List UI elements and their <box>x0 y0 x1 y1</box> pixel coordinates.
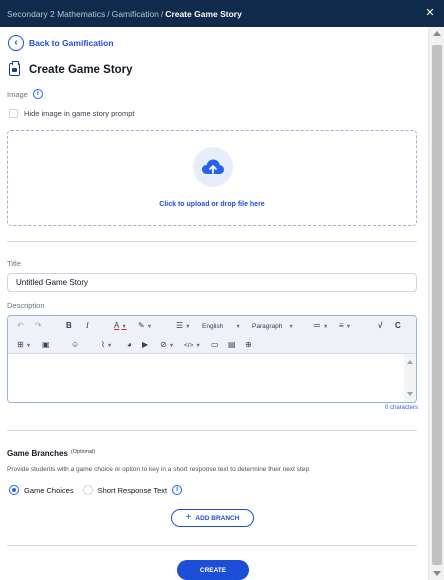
redo-icon[interactable]: ↷ <box>35 321 42 331</box>
chemistry-icon[interactable]: C <box>395 321 401 331</box>
header-bar: Secondary 2 Mathematics / Gamification /… <box>0 0 444 27</box>
game-branches-title: Game Branches (Optional) <box>7 449 95 458</box>
add-branch-button[interactable]: + ADD BRANCH <box>171 509 254 527</box>
scroll-thumb[interactable] <box>432 45 442 565</box>
game-choices-radio[interactable] <box>9 485 19 495</box>
breadcrumb-item-course[interactable]: Secondary 2 Mathematics <box>7 9 105 19</box>
character-count: 0 characters <box>384 405 418 411</box>
editor-toolbar: ↶ ↷ B I A ▼ ✎ ▼ ☰ ▼ English ▼ Paragraph ▼ ≔ ▼ … <box>8 316 416 354</box>
back-link[interactable]: ‹ Back to Gamification <box>8 35 114 51</box>
bold-icon[interactable]: B <box>66 321 72 331</box>
create-button[interactable]: CREATE <box>177 560 249 580</box>
hide-image-label[interactable]: Hide image in game story prompt <box>24 109 134 118</box>
highlight-icon[interactable]: ✎ ▼ <box>138 321 152 332</box>
description-textarea[interactable] <box>8 354 404 402</box>
short-response-radio[interactable] <box>82 485 93 495</box>
language-value: English <box>202 323 224 330</box>
game-branches-heading: Game Branches <box>7 449 68 458</box>
bullet-list-icon[interactable]: ≔ ▼ <box>313 321 328 332</box>
media-icon[interactable]: ▶ <box>142 340 148 350</box>
page-scrollbar[interactable] <box>428 27 444 580</box>
add-branch-label: ADD BRANCH <box>195 514 240 522</box>
image-upload-dropzone[interactable]: Click to upload or drop file here <box>7 130 417 226</box>
info-icon[interactable]: i <box>172 485 183 495</box>
text-color-icon[interactable]: A ▼ <box>114 321 127 332</box>
branch-type-radio-group: Game Choices Short Response Text i <box>9 485 183 495</box>
comment-icon[interactable]: ▭ <box>211 340 219 350</box>
italic-icon[interactable]: I <box>86 321 89 331</box>
clipboard-icon <box>9 61 20 76</box>
scroll-up-arrow-icon[interactable] <box>433 31 441 36</box>
link-icon[interactable]: ⊘ ▼ <box>160 340 174 351</box>
image-label-row: Image i <box>7 89 43 99</box>
divider <box>7 241 417 242</box>
editor-scrollbar[interactable] <box>404 354 416 402</box>
create-button-label: CREATE <box>199 566 227 574</box>
cloud-upload-icon <box>193 147 233 187</box>
image-icon[interactable]: ▤ <box>228 340 236 350</box>
main-content: ‹ Back to Gamification Create Game Story… <box>0 27 428 580</box>
editor-scroll-up-icon[interactable] <box>407 360 413 364</box>
optional-tag: (Optional) <box>70 449 96 455</box>
description-editor[interactable]: ↶ ↷ B I A ▼ ✎ ▼ ☰ ▼ English ▼ Paragraph ▼ ≔ ▼ … <box>7 315 417 403</box>
breadcrumb-separator: / <box>160 8 164 19</box>
block-format-select[interactable]: Paragraph ▼ <box>252 322 294 332</box>
scroll-down-arrow-icon[interactable] <box>433 571 441 576</box>
language-select[interactable]: English ▼ <box>202 322 241 332</box>
divider <box>7 545 417 546</box>
breadcrumb-item-gamification[interactable]: Gamification <box>112 9 159 19</box>
page-title: Create Game Story <box>29 63 133 76</box>
game-branches-description: Provide students with a game choice or o… <box>7 466 310 473</box>
numbered-list-icon[interactable]: ≡ ▼ <box>339 321 351 332</box>
back-link-label[interactable]: Back to Gamification <box>29 38 114 48</box>
image-label: Image <box>7 89 28 99</box>
block-format-value: Paragraph <box>252 323 283 330</box>
close-icon[interactable]: ✕ <box>424 7 436 19</box>
chevron-left-icon[interactable]: ‹ <box>8 35 24 51</box>
breadcrumb-separator: / <box>107 8 110 19</box>
breadcrumb-current: Create Game Story <box>165 8 242 19</box>
palette-icon[interactable]: ◕ <box>127 340 132 350</box>
plus-icon: + <box>185 512 192 523</box>
info-icon[interactable]: i <box>32 89 43 99</box>
editor-scroll-down-icon[interactable] <box>407 392 413 396</box>
upload-prompt[interactable]: Click to upload or drop file here <box>8 201 416 208</box>
description-label: Description <box>7 301 45 310</box>
attach-icon[interactable]: ⌇ ▼ <box>101 340 112 351</box>
save-icon[interactable]: ▣ <box>42 340 50 350</box>
undo-icon[interactable]: ↶ <box>17 321 24 331</box>
page-title-row: Create Game Story <box>9 61 133 76</box>
align-icon[interactable]: ☰ ▼ <box>176 321 191 332</box>
short-response-label[interactable]: Short Response Text <box>98 486 168 495</box>
math-icon[interactable]: √ <box>378 321 382 331</box>
title-input[interactable]: Untitled Game Story <box>7 273 417 292</box>
game-choices-label[interactable]: Game Choices <box>24 486 74 495</box>
table-icon[interactable]: ⊞ ▼ <box>17 340 31 351</box>
divider <box>7 430 417 431</box>
emoji-icon[interactable]: ☺ <box>71 340 79 350</box>
special-char-icon[interactable]: ⊕ <box>245 340 252 350</box>
hide-image-checkbox[interactable] <box>9 109 18 118</box>
code-icon[interactable]: </> ▼ <box>184 341 201 351</box>
title-label: Title <box>7 259 21 268</box>
hide-image-row[interactable]: Hide image in game story prompt <box>9 109 134 118</box>
